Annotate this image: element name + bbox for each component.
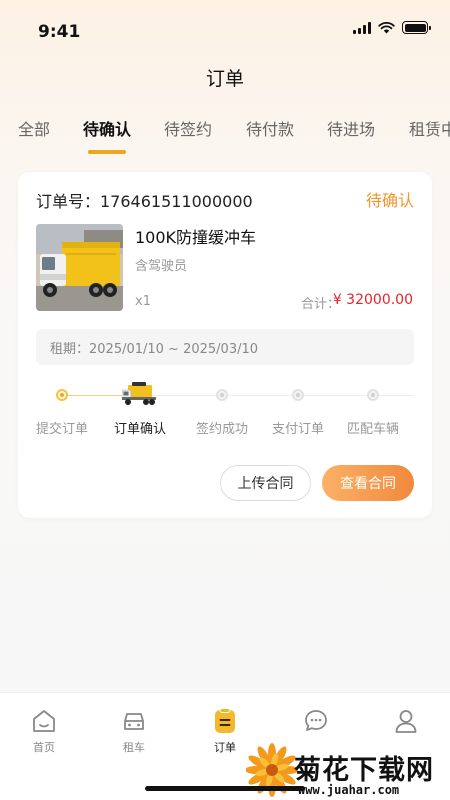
message-icon [305,710,327,731]
tabbar-rent-car-label: 租车 [123,741,145,754]
tab-all[interactable]: 全部 [18,116,50,140]
truck-icon [122,382,156,405]
watermark: 菊花下载网 www.juahar.com [244,742,450,800]
home-icon [33,710,55,732]
step-label-paid: 支付订单 [271,422,324,437]
order-icon [215,708,235,733]
watermark-url: www.juahar.com [298,783,400,797]
product-image [36,224,123,311]
order-number: 订单号：176461511000000 [36,192,253,211]
tabbar-profile[interactable] [374,707,438,739]
status-bar: 9:41 [0,0,450,60]
product-name: 100K防撞缓冲车 [135,228,257,247]
status-icons [353,21,431,34]
tab-renting[interactable]: 租赁中 [409,116,450,140]
step-label-matched: 匹配车辆 [346,422,399,437]
view-contract-button[interactable]: 查看合同 [322,465,414,501]
step-label-confirmed: 订单确认 [113,422,166,437]
watermark-title: 菊花下载网 [294,755,434,786]
home-indicator [145,786,305,791]
tab-indicator [88,150,126,154]
tabbar-messages[interactable] [284,707,348,739]
tab-pending-entry[interactable]: 待进场 [327,116,375,140]
total-price: ¥ 32000.00 [332,292,413,308]
battery-icon [402,21,431,34]
step-dot-submitted [56,389,68,401]
order-status-badge: 待确认 [365,191,414,210]
tabbar-rent-car[interactable]: 租车 [102,707,166,755]
page-title: 订单 [205,68,244,90]
wifi-icon [378,21,395,33]
car-icon [124,713,144,730]
step-dot-signed [216,389,228,401]
status-time: 9:41 [38,22,81,42]
step-dot-paid [292,389,304,401]
tab-pending-confirm[interactable]: 待确认 [83,116,131,140]
rent-period: 租期：2025/01/10 ~ 2025/03/10 [50,342,259,357]
step-label-signed: 签约成功 [195,422,248,437]
step-dot-matched [367,389,379,401]
profile-icon [395,710,417,733]
product-quantity: x1 [135,294,151,309]
product-subtitle: 含驾驶员 [135,259,188,274]
upload-contract-button[interactable]: 上传合同 [220,465,311,501]
signal-icon [353,21,371,34]
order-tabs: 全部 待确认 待签约 待付款 待进场 租赁中 [0,116,450,158]
rent-period-box: 租期：2025/01/10 ~ 2025/03/10 [36,329,414,365]
tab-pending-sign[interactable]: 待签约 [164,116,212,140]
tabbar-home-label: 首页 [33,741,55,754]
step-label-submitted: 提交订单 [35,422,88,437]
tab-pending-payment[interactable]: 待付款 [246,116,294,140]
tabbar-home[interactable]: 首页 [12,707,76,755]
order-card[interactable]: 订单号：176461511000000 待确认 100K防撞缓冲车 含驾驶员 x… [18,172,432,518]
